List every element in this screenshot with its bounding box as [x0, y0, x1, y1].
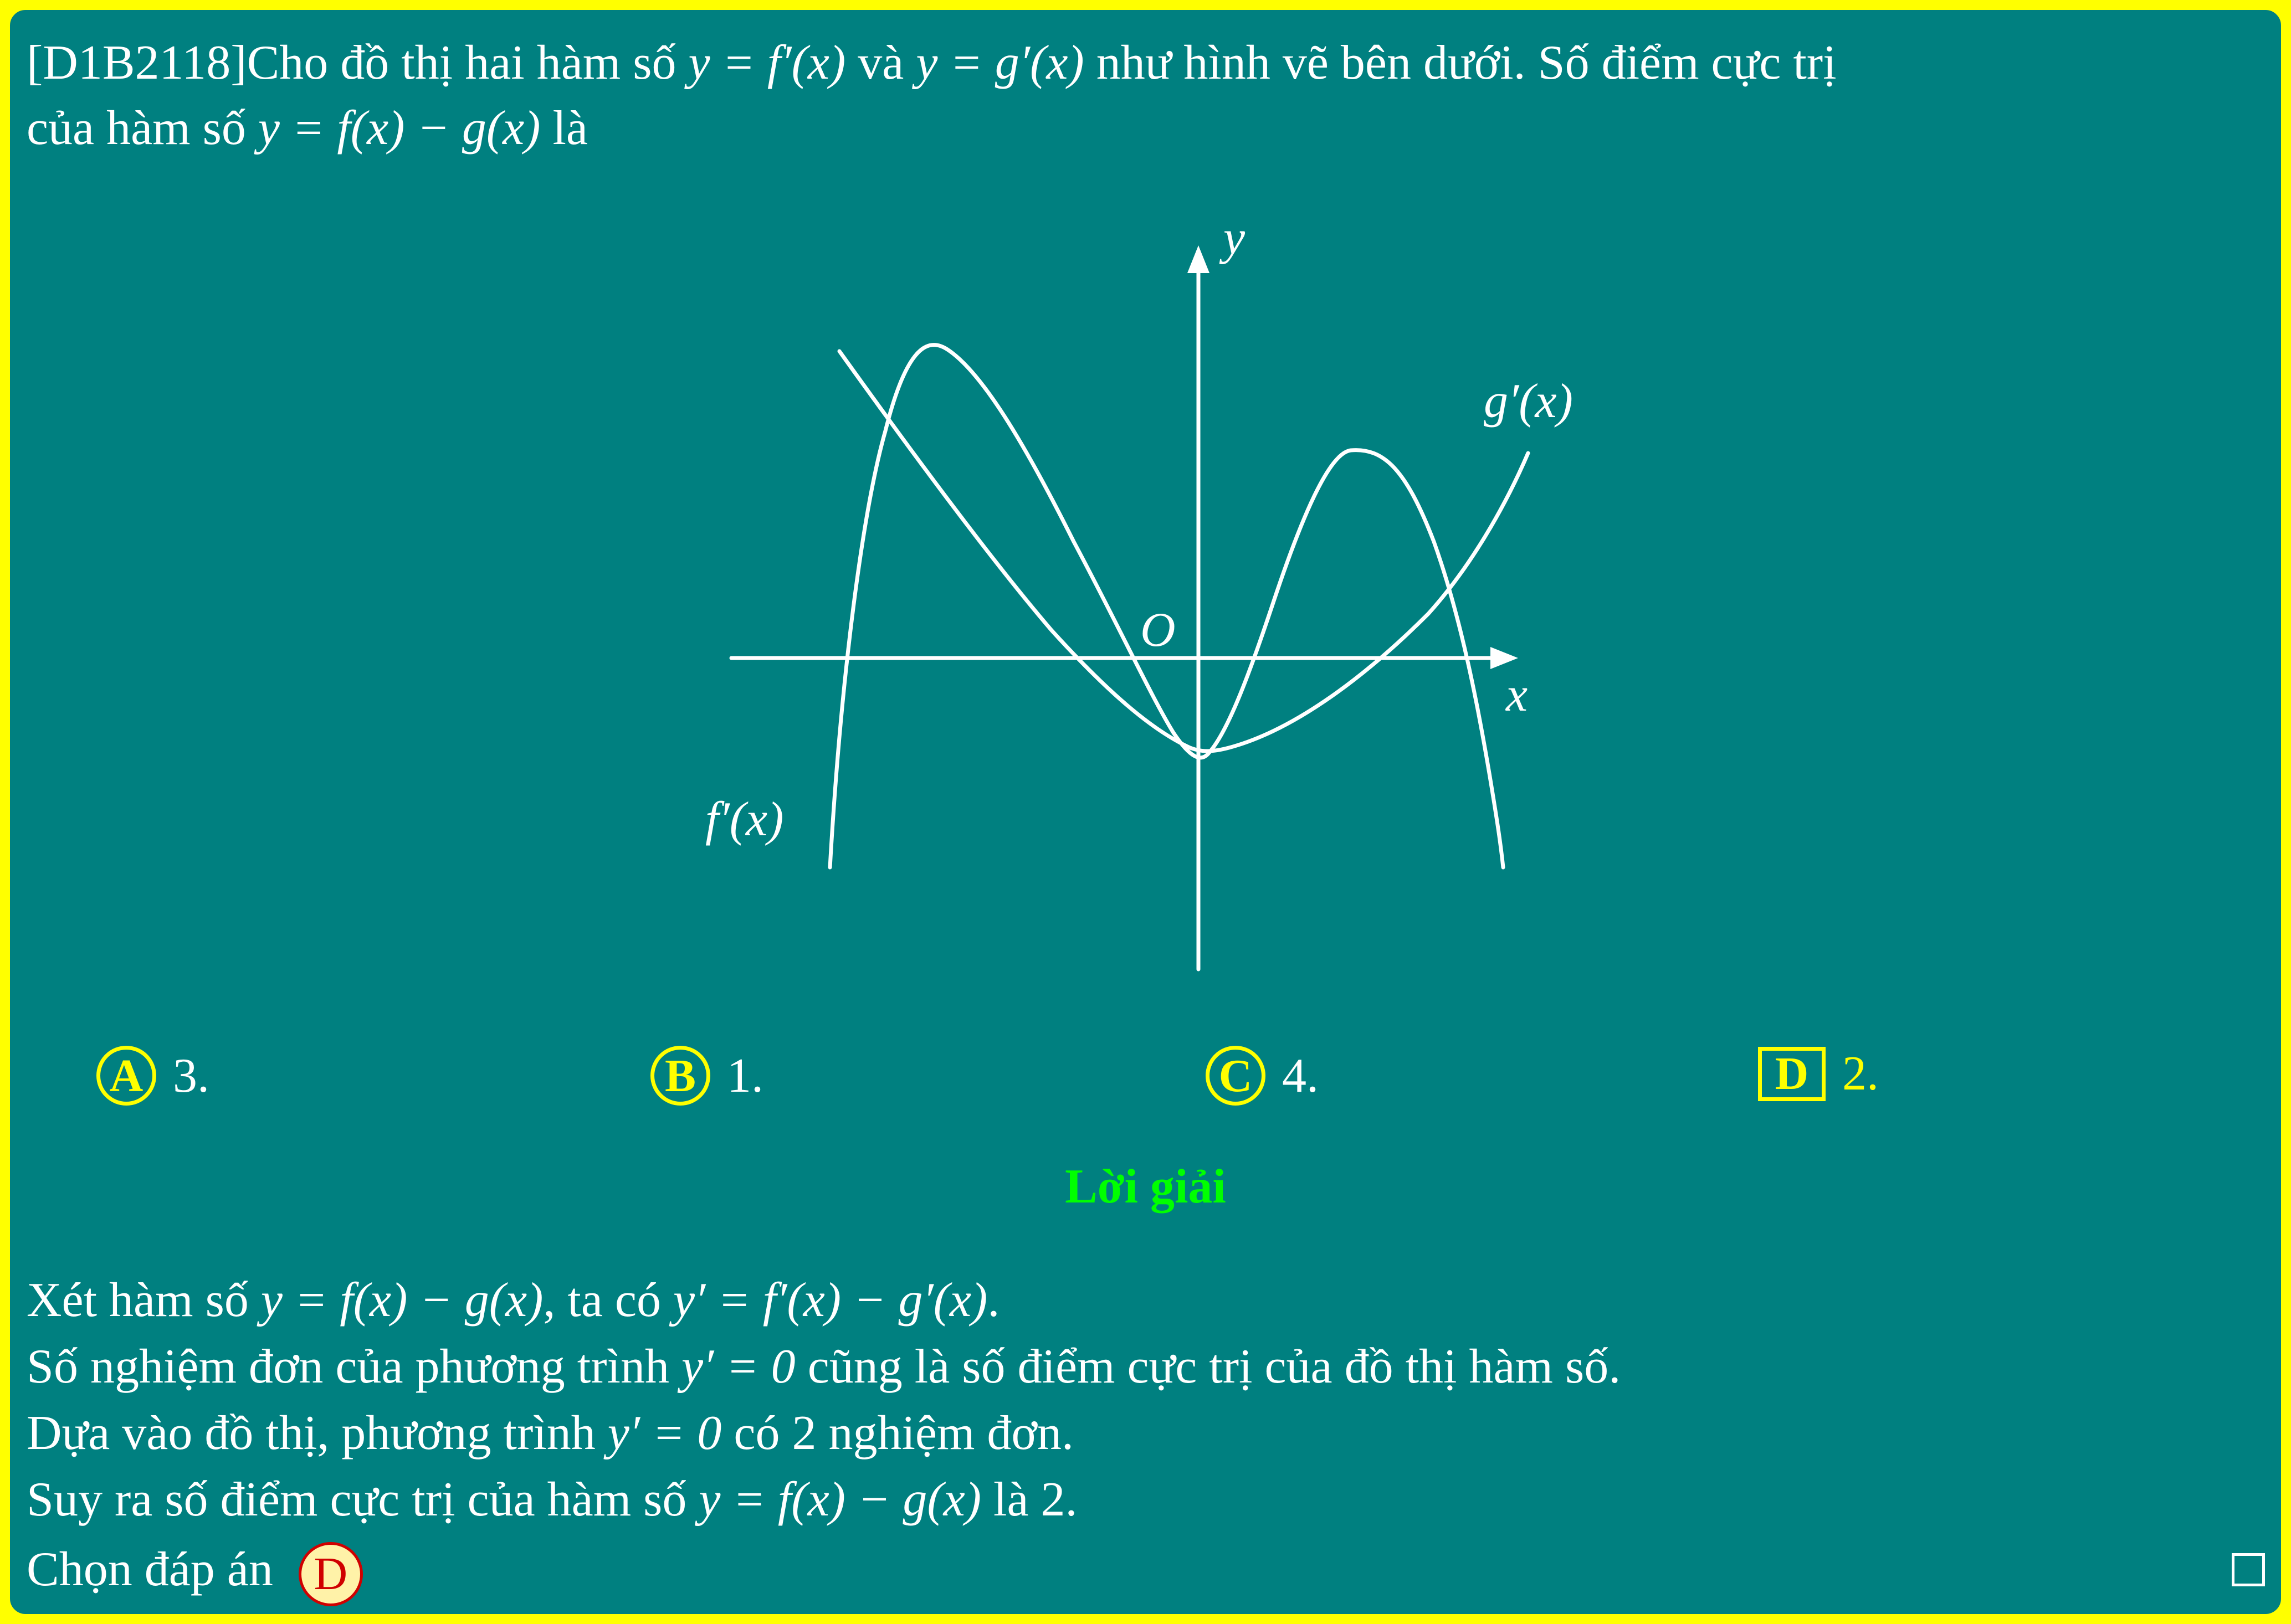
choice-a-badge: A: [96, 1046, 156, 1106]
solution-line-2: Số nghiệm đơn của phương trình y′ = 0 cũ…: [27, 1340, 1621, 1394]
choice-b[interactable]: B 1.: [650, 1046, 763, 1106]
choice-d-badge: D: [1758, 1046, 1826, 1101]
f-prime-label: f′(x): [705, 793, 783, 846]
solution-title: Lời giải: [1065, 1160, 1226, 1214]
g-prime-label: g′(x): [1484, 374, 1573, 428]
qed-box: [2232, 1553, 2265, 1586]
choice-d-value: 2.: [1842, 1047, 1879, 1101]
solution-line-5: Chọn đáp án D: [27, 1542, 363, 1606]
choice-c[interactable]: C 4.: [1206, 1046, 1319, 1106]
choice-b-badge: B: [650, 1046, 710, 1106]
answer-badge: D: [298, 1542, 363, 1606]
choice-c-value: 4.: [1282, 1049, 1319, 1103]
g-prime-curve: [837, 349, 1530, 753]
solution-line-1: Xét hàm số y = f(x) − g(x), ta có y′ = f…: [27, 1273, 1000, 1327]
choice-c-badge: C: [1206, 1046, 1265, 1106]
y-axis-arrow: [1187, 245, 1209, 273]
choice-a-value: 3.: [173, 1049, 209, 1103]
problem-card: [D1B2118]Cho đồ thị hai hàm số y = f′(x)…: [7, 7, 2284, 1617]
function-graph: y x O f′(x) g′(x): [705, 211, 1573, 972]
origin-label: O: [1140, 603, 1176, 657]
solution-line-3: Dựa vào đồ thị, phương trình y′ = 0 có 2…: [27, 1406, 1074, 1460]
choice-d[interactable]: D 2.: [1758, 1046, 1879, 1102]
x-axis-arrow: [1490, 647, 1518, 669]
y-axis-label: y: [1219, 211, 1246, 265]
solution-line-4: Suy ra số điểm cực trị của hàm số y = f(…: [27, 1473, 1078, 1527]
choice-b-value: 1.: [727, 1049, 763, 1103]
choice-a[interactable]: A 3.: [96, 1046, 209, 1106]
x-axis-label: x: [1505, 668, 1528, 722]
